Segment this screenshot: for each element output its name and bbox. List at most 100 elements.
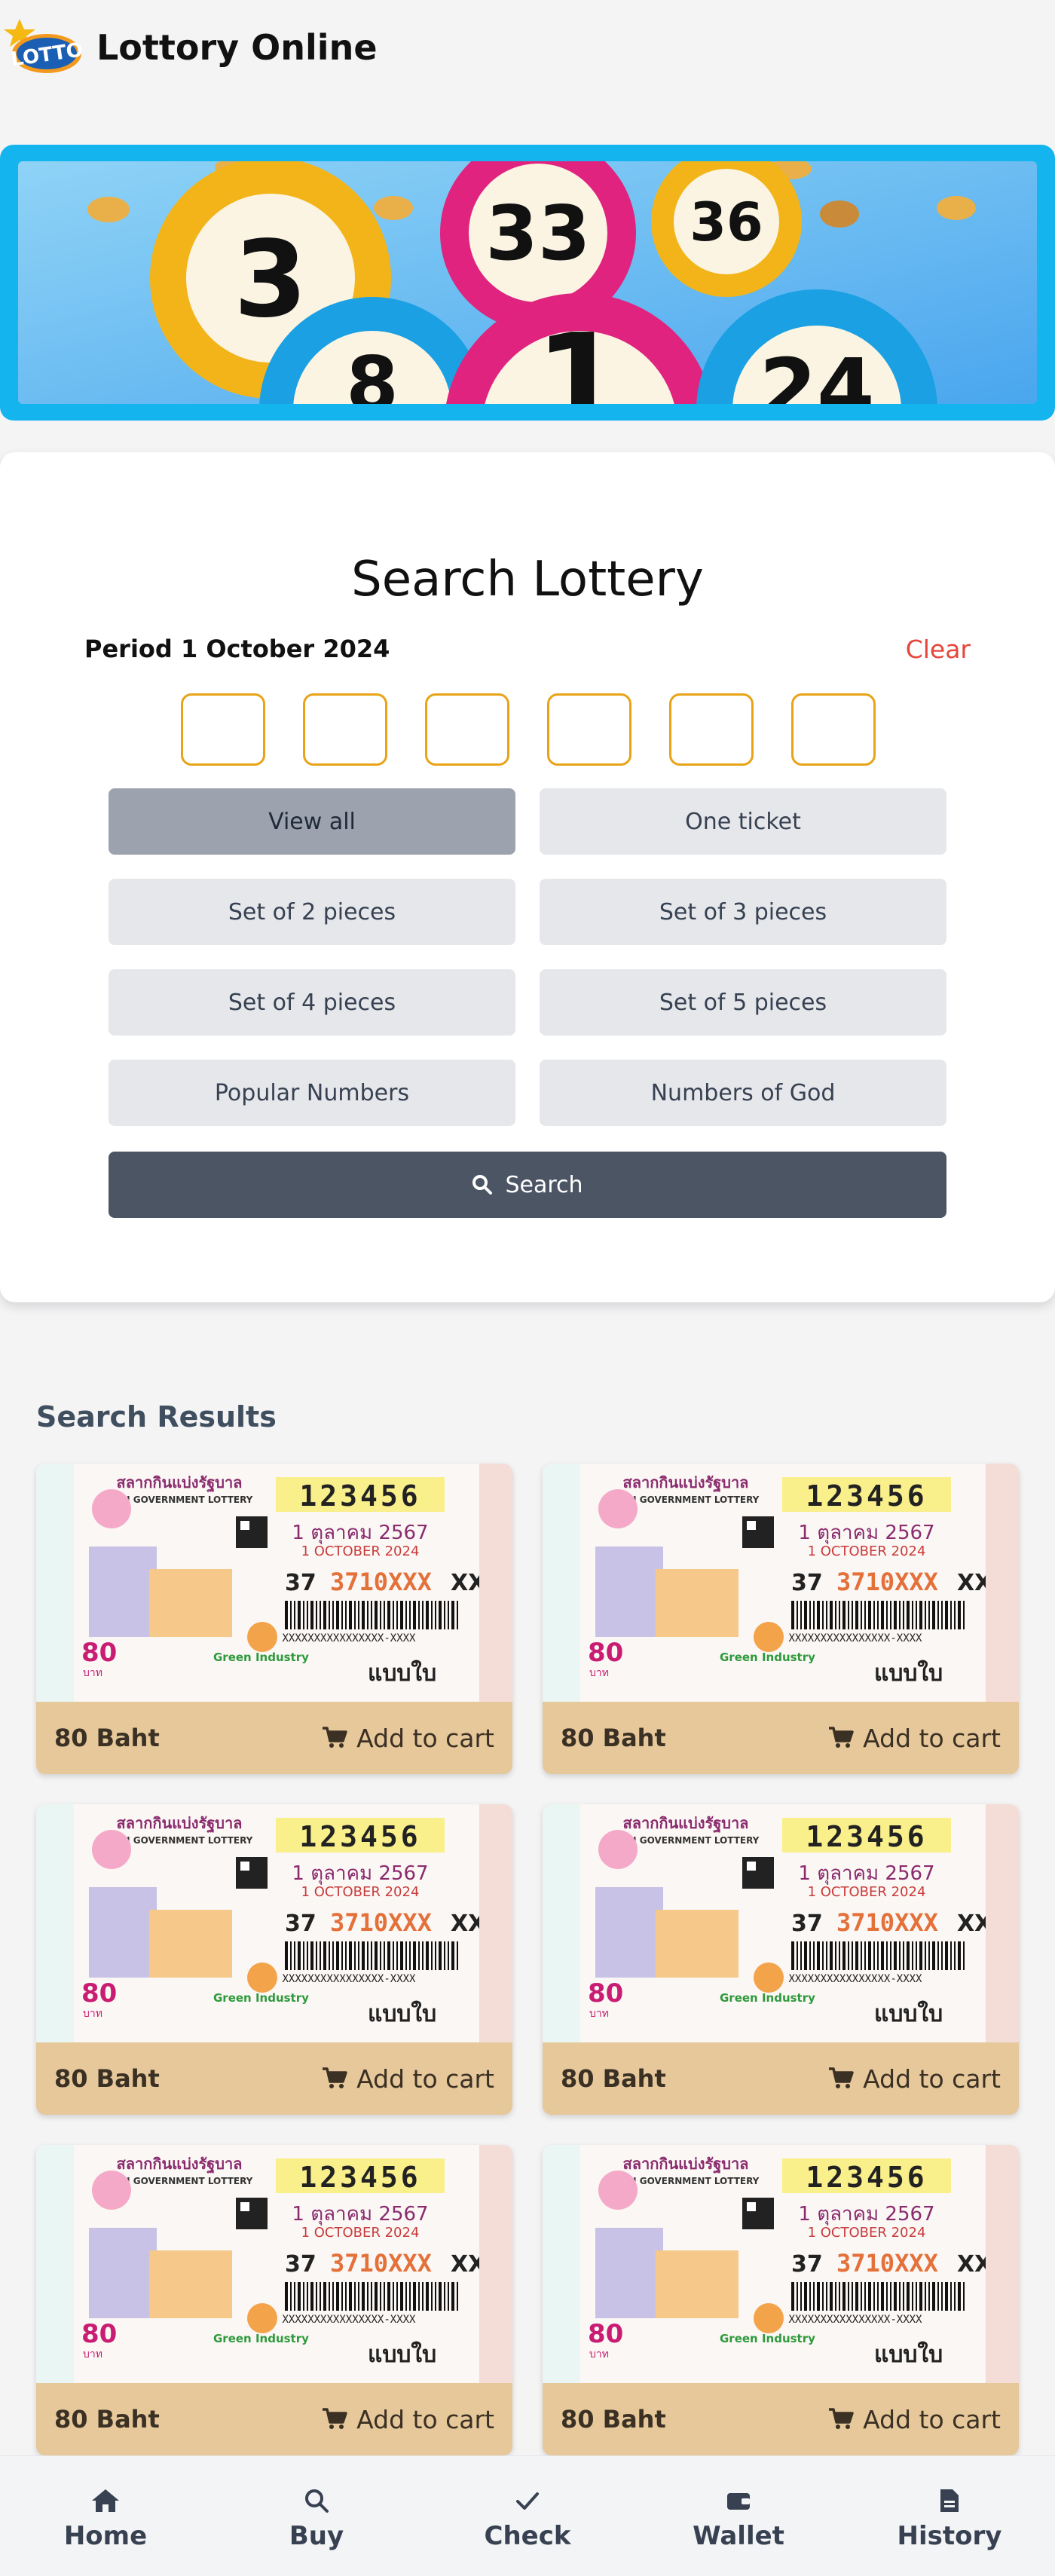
app-header: LOTTO Lottory Online bbox=[0, 0, 1055, 95]
ticket-card-footer: 80 Baht Add to cart bbox=[36, 2042, 512, 2115]
option-one-ticket[interactable]: One ticket bbox=[540, 788, 946, 855]
nav-wallet[interactable]: Wallet bbox=[656, 2488, 821, 2551]
ticket-image-wrapper[interactable]: สลากกินแบ่งรัฐบาล THAI GOVERNMENT LOTTER… bbox=[36, 2145, 512, 2383]
lotto-logo[interactable]: LOTTO bbox=[3, 16, 84, 79]
nav-home-label: Home bbox=[63, 2520, 148, 2551]
svg-text:3: 3 bbox=[234, 219, 307, 341]
ticket-green-industry: Green Industry bbox=[720, 1651, 815, 1664]
ticket-date-english: 1 OCTOBER 2024 bbox=[808, 1884, 926, 1900]
lottery-ticket-image: สลากกินแบ่งรัฐบาล THAI GOVERNMENT LOTTER… bbox=[36, 2145, 512, 2383]
check-icon bbox=[516, 2492, 539, 2510]
document-icon bbox=[940, 2489, 959, 2512]
ticket-barcode-text: XXXXXXXXXXXXXXXX-XXXX bbox=[282, 1973, 416, 1985]
cart-icon bbox=[829, 1727, 854, 1748]
lottery-ticket-image: สลากกินแบ่งรัฐบาล THAI GOVERNMENT LOTTER… bbox=[36, 1804, 512, 2042]
digit-input-5[interactable] bbox=[669, 693, 754, 766]
ticket-form: แบบใบ bbox=[368, 2341, 436, 2368]
ticket-barcode-text: XXXXXXXXXXXXXXXX-XXXX bbox=[282, 1632, 416, 1644]
ticket-date-thai: 1 ตุลาคม 2567 bbox=[292, 1862, 428, 1885]
ticket-value: 80 bbox=[81, 2319, 117, 2349]
lottery-ticket-image: สลากกินแบ่งรัฐบาล THAI GOVERNMENT LOTTER… bbox=[36, 1464, 512, 1702]
promo-banner: 3 8 33 36 1 24 bbox=[0, 145, 1055, 421]
add-to-cart-label: Add to cart bbox=[356, 2404, 494, 2434]
ticket-number: 123456 bbox=[299, 1820, 420, 1853]
option-set-of-4[interactable]: Set of 4 pieces bbox=[109, 969, 515, 1036]
cart-icon bbox=[829, 2408, 854, 2429]
ticket-image-wrapper[interactable]: สลากกินแบ่งรัฐบาล THAI GOVERNMENT LOTTER… bbox=[543, 1464, 1019, 1702]
search-button[interactable]: Search bbox=[109, 1152, 946, 1218]
search-title: Search Lottery bbox=[351, 552, 704, 607]
ticket-card[interactable]: สลากกินแบ่งรัฐบาล THAI GOVERNMENT LOTTER… bbox=[36, 1464, 512, 1774]
ticket-card[interactable]: สลากกินแบ่งรัฐบาล THAI GOVERNMENT LOTTER… bbox=[543, 2145, 1019, 2455]
svg-text:33: 33 bbox=[485, 189, 590, 277]
ticket-card-footer: 80 Baht Add to cart bbox=[36, 1702, 512, 1774]
ticket-draw: 37 bbox=[791, 1911, 823, 1937]
cart-icon bbox=[829, 2067, 854, 2088]
cart-icon bbox=[323, 1727, 347, 1748]
ticket-header-thai: สลากกินแบ่งรัฐบาล bbox=[117, 1473, 243, 1493]
digit-input-6[interactable] bbox=[791, 693, 876, 766]
option-numbers-of-god[interactable]: Numbers of God bbox=[540, 1060, 946, 1126]
ticket-date-thai: 1 ตุลาคม 2567 bbox=[292, 1522, 428, 1544]
ticket-card[interactable]: สลากกินแบ่งรัฐบาล THAI GOVERNMENT LOTTER… bbox=[36, 1804, 512, 2115]
ticket-card-footer: 80 Baht Add to cart bbox=[543, 2042, 1019, 2115]
barcode-icon bbox=[285, 1601, 458, 1629]
option-popular-numbers[interactable]: Popular Numbers bbox=[109, 1060, 515, 1126]
digit-input-1[interactable] bbox=[181, 693, 265, 766]
ticket-barcode-text: XXXXXXXXXXXXXXXX-XXXX bbox=[788, 1973, 922, 1985]
ticket-serial: 3710XXX bbox=[330, 2249, 432, 2278]
ticket-image-wrapper[interactable]: สลากกินแบ่งรัฐบาล THAI GOVERNMENT LOTTER… bbox=[36, 1804, 512, 2042]
add-to-cart-label: Add to cart bbox=[863, 2064, 1001, 2094]
add-to-cart-label: Add to cart bbox=[356, 1723, 494, 1753]
add-to-cart-button[interactable]: Add to cart bbox=[322, 2064, 494, 2094]
ticket-number: 123456 bbox=[299, 2161, 420, 2194]
add-to-cart-button[interactable]: Add to cart bbox=[828, 1724, 1001, 1753]
nav-buy[interactable]: Buy bbox=[234, 2488, 399, 2551]
add-to-cart-button[interactable]: Add to cart bbox=[828, 2405, 1001, 2434]
add-to-cart-button[interactable]: Add to cart bbox=[322, 1724, 494, 1753]
ticket-image-wrapper[interactable]: สลากกินแบ่งรัฐบาล THAI GOVERNMENT LOTTER… bbox=[543, 1804, 1019, 2042]
digit-input-4[interactable] bbox=[547, 693, 631, 766]
ticket-value-unit: บาท bbox=[589, 2348, 609, 2360]
ticket-green-industry: Green Industry bbox=[213, 1991, 309, 2005]
filter-options: View all One ticket Set of 2 pieces Set … bbox=[109, 788, 946, 1126]
ticket-card[interactable]: สลากกินแบ่งรัฐบาล THAI GOVERNMENT LOTTER… bbox=[543, 1804, 1019, 2115]
ticket-card[interactable]: สลากกินแบ่งรัฐบาล THAI GOVERNMENT LOTTER… bbox=[36, 2145, 512, 2455]
ticket-green-industry: Green Industry bbox=[720, 1991, 815, 2005]
option-set-of-5[interactable]: Set of 5 pieces bbox=[540, 969, 946, 1036]
ticket-number: 123456 bbox=[299, 1479, 420, 1513]
ticket-card[interactable]: สลากกินแบ่งรัฐบาล THAI GOVERNMENT LOTTER… bbox=[543, 1464, 1019, 1774]
digit-input-3[interactable] bbox=[425, 693, 509, 766]
ticket-image-wrapper[interactable]: สลากกินแบ่งรัฐบาล THAI GOVERNMENT LOTTER… bbox=[36, 1464, 512, 1702]
nav-check[interactable]: Check bbox=[445, 2488, 610, 2551]
digit-input-2[interactable] bbox=[303, 693, 387, 766]
nav-home[interactable]: Home bbox=[23, 2488, 188, 2551]
add-to-cart-button[interactable]: Add to cart bbox=[322, 2405, 494, 2434]
ticket-date-english: 1 OCTOBER 2024 bbox=[301, 1543, 420, 1559]
nav-history[interactable]: History bbox=[867, 2488, 1032, 2551]
svg-text:36: 36 bbox=[690, 191, 763, 253]
ticket-date-english: 1 OCTOBER 2024 bbox=[301, 2225, 420, 2241]
ticket-value: 80 bbox=[588, 2319, 623, 2349]
ticket-value: 80 bbox=[81, 1638, 117, 1668]
nav-wallet-label: Wallet bbox=[693, 2520, 784, 2551]
ticket-image-wrapper[interactable]: สลากกินแบ่งรัฐบาล THAI GOVERNMENT LOTTER… bbox=[543, 2145, 1019, 2383]
ticket-card-footer: 80 Baht Add to cart bbox=[543, 1702, 1019, 1774]
option-set-of-3[interactable]: Set of 3 pieces bbox=[540, 879, 946, 945]
add-to-cart-button[interactable]: Add to cart bbox=[828, 2064, 1001, 2094]
option-set-of-2[interactable]: Set of 2 pieces bbox=[109, 879, 515, 945]
ticket-value: 80 bbox=[588, 1978, 623, 2008]
cart-icon bbox=[323, 2067, 347, 2088]
ticket-date-thai: 1 ตุลาคม 2567 bbox=[798, 1522, 934, 1544]
ticket-value: 80 bbox=[81, 1978, 117, 2008]
option-view-all[interactable]: View all bbox=[109, 788, 515, 855]
barcode-icon bbox=[791, 1601, 965, 1629]
ticket-draw: 37 bbox=[791, 1570, 823, 1596]
ticket-price: 80 Baht bbox=[561, 1724, 666, 1752]
results-title: Search Results bbox=[36, 1400, 277, 1433]
ticket-value-unit: บาท bbox=[83, 2348, 102, 2360]
clear-button[interactable]: Clear bbox=[906, 635, 971, 664]
ticket-date-english: 1 OCTOBER 2024 bbox=[808, 2225, 926, 2241]
nav-buy-label: Buy bbox=[289, 2520, 344, 2551]
bottom-navigation: Home Buy Check Wallet History bbox=[0, 2455, 1055, 2576]
